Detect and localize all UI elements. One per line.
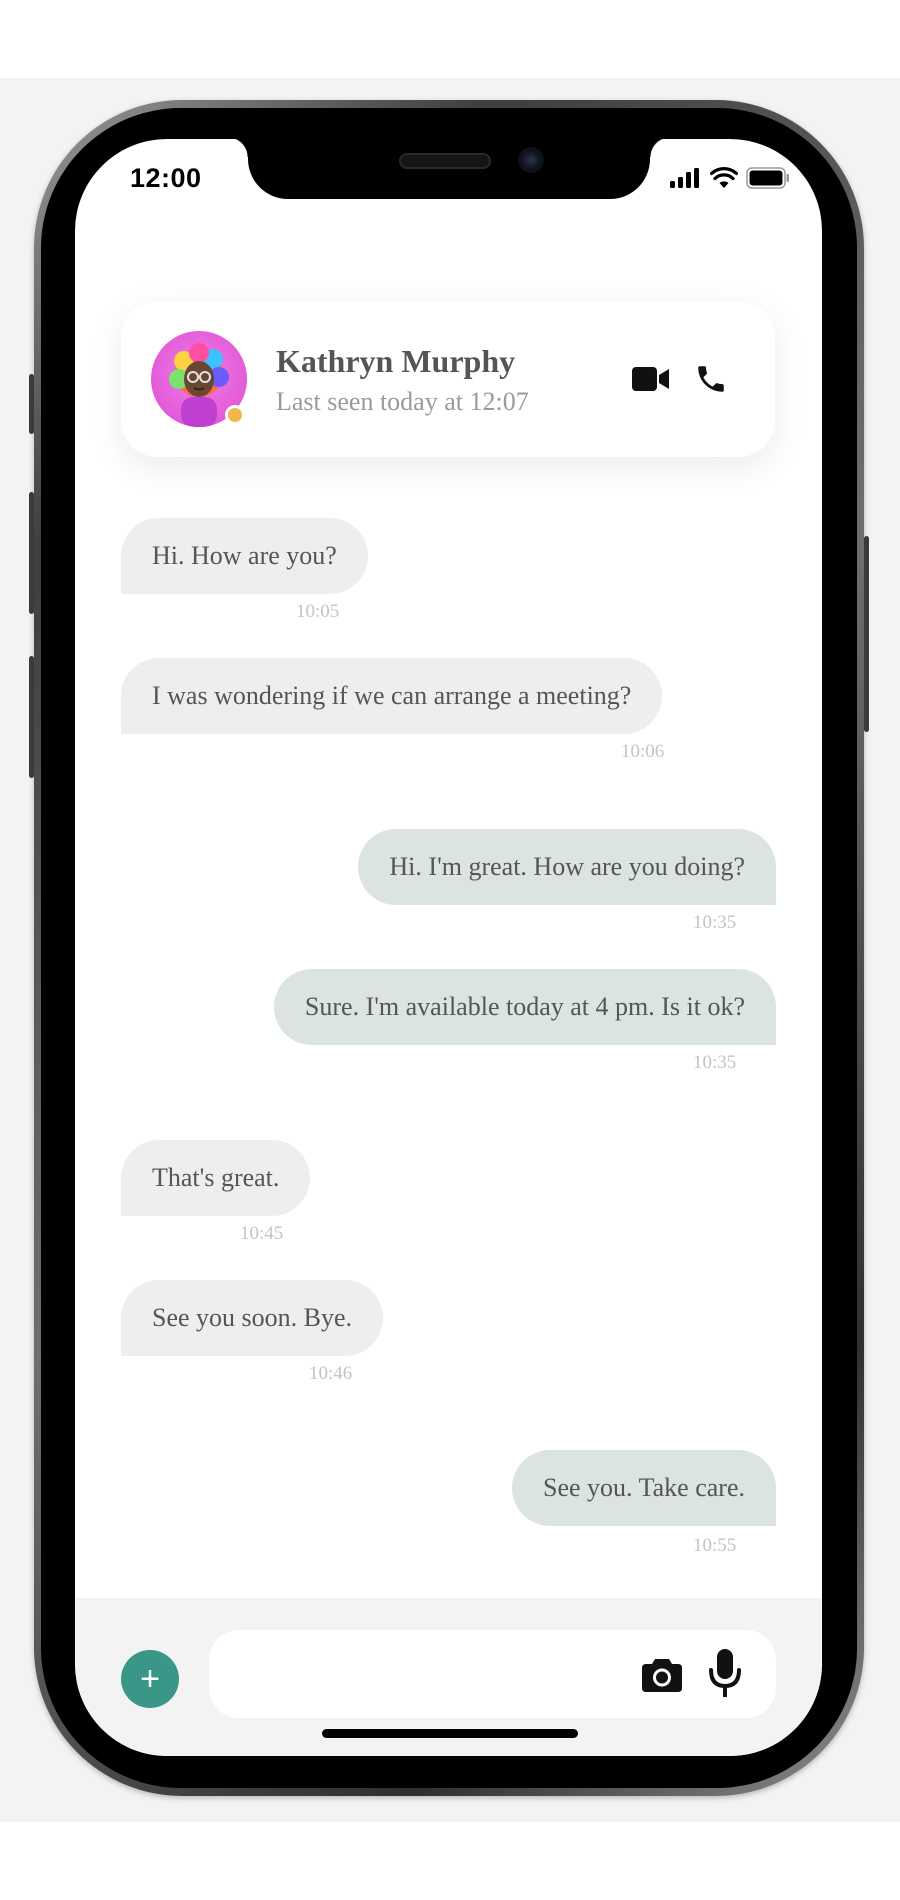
camera-icon[interactable]: [640, 1653, 684, 1697]
cellular-signal-icon: [670, 168, 702, 193]
speaker-grille: [399, 153, 491, 169]
last-seen-status: Last seen today at 12:07: [276, 387, 529, 416]
received-message[interactable]: Hi. How are you?: [121, 518, 368, 594]
sent-message[interactable]: Hi. I'm great. How are you doing?: [358, 829, 776, 905]
message-timestamp: 10:05: [296, 601, 340, 622]
battery-icon: [746, 167, 790, 194]
received-message[interactable]: I was wondering if we can arrange a meet…: [121, 658, 663, 734]
add-attachment-button[interactable]: +: [121, 1650, 179, 1708]
microphone-icon[interactable]: [705, 1646, 745, 1700]
status-icons: [670, 167, 790, 194]
message-timestamp: 10:35: [693, 912, 737, 933]
online-status-dot: [225, 405, 245, 425]
power-button: [864, 536, 869, 732]
volume-down-button: [29, 656, 34, 778]
wifi-icon: [709, 167, 739, 194]
message-timestamp: 10:06: [621, 741, 665, 762]
sent-message[interactable]: Sure. I'm available today at 4 pm. Is it…: [273, 969, 776, 1045]
volume-up-button: [29, 492, 34, 614]
video-camera-icon[interactable]: [629, 357, 673, 401]
message-timestamp: 10:35: [693, 1052, 737, 1073]
phone-screen: 12:00 Kathryn Murphy Last seen today at …: [75, 139, 822, 1756]
sent-message[interactable]: See you. Take care.: [512, 1450, 776, 1526]
home-indicator[interactable]: [322, 1729, 578, 1738]
front-camera: [518, 147, 544, 173]
message-timestamp: 10:46: [309, 1363, 353, 1384]
message-input[interactable]: [209, 1630, 776, 1718]
message-timestamp: 10:45: [240, 1223, 284, 1244]
status-time: 12:00: [130, 163, 202, 193]
contact-name: Kathryn Murphy: [276, 343, 516, 379]
message-timestamp: 10:55: [693, 1535, 737, 1556]
received-message[interactable]: See you soon. Bye.: [121, 1280, 384, 1356]
mute-switch: [29, 374, 34, 434]
chat-header: Kathryn Murphy Last seen today at 12:07: [121, 301, 775, 457]
phone-icon[interactable]: [689, 357, 733, 401]
notch: [228, 139, 670, 199]
received-message[interactable]: That's great.: [121, 1140, 311, 1216]
